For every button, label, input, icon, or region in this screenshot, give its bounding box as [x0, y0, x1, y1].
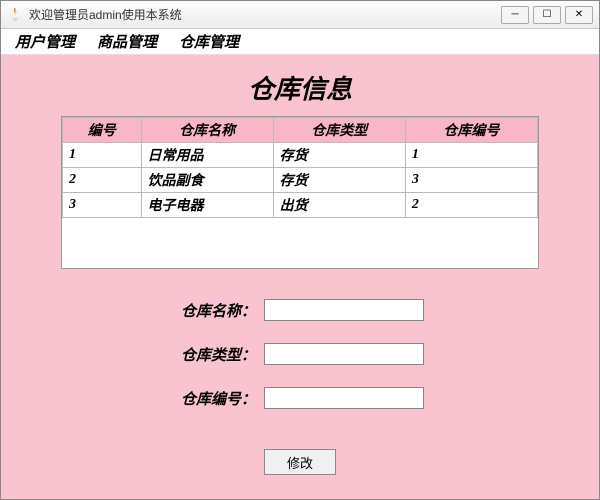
col-number: 仓库编号 — [405, 118, 537, 143]
col-id: 编号 — [63, 118, 142, 143]
label-warehouse-name: 仓库名称： — [176, 300, 256, 321]
table-row[interactable]: 1 日常用品 存货 1 — [63, 143, 538, 168]
label-warehouse-number: 仓库编号： — [176, 388, 256, 409]
titlebar: 欢迎管理员admin使用本系统 ─ ☐ ✕ — [1, 1, 599, 29]
menu-user-management[interactable]: 用户管理 — [15, 31, 75, 52]
form-row-name: 仓库名称： — [176, 299, 424, 321]
input-warehouse-type[interactable] — [264, 343, 424, 365]
menubar: 用户管理 商品管理 仓库管理 — [1, 29, 599, 55]
table-empty-area — [62, 218, 538, 268]
input-warehouse-number[interactable] — [264, 387, 424, 409]
app-window: 欢迎管理员admin使用本系统 ─ ☐ ✕ 用户管理 商品管理 仓库管理 仓库信… — [0, 0, 600, 500]
edit-form: 仓库名称： 仓库类型： 仓库编号： 修改 — [176, 299, 424, 475]
warehouse-table: 编号 仓库名称 仓库类型 仓库编号 1 日常用品 存货 1 2 — [62, 117, 538, 218]
modify-button[interactable]: 修改 — [264, 449, 336, 475]
input-warehouse-name[interactable] — [264, 299, 424, 321]
minimize-button[interactable]: ─ — [501, 6, 529, 24]
label-warehouse-type: 仓库类型： — [176, 344, 256, 365]
col-type: 仓库类型 — [273, 118, 405, 143]
page-title: 仓库信息 — [248, 69, 352, 106]
form-row-number: 仓库编号： — [176, 387, 424, 409]
col-name: 仓库名称 — [141, 118, 273, 143]
menu-product-management[interactable]: 商品管理 — [97, 31, 157, 52]
close-button[interactable]: ✕ — [565, 6, 593, 24]
maximize-button[interactable]: ☐ — [533, 6, 561, 24]
window-controls: ─ ☐ ✕ — [501, 6, 593, 24]
menu-warehouse-management[interactable]: 仓库管理 — [179, 31, 239, 52]
content-panel: 仓库信息 编号 仓库名称 仓库类型 仓库编号 1 日常用品 存货 — [1, 55, 599, 499]
java-icon — [7, 7, 23, 23]
window-title: 欢迎管理员admin使用本系统 — [29, 6, 501, 23]
table-header-row: 编号 仓库名称 仓库类型 仓库编号 — [63, 118, 538, 143]
table-row[interactable]: 3 电子电器 出货 2 — [63, 193, 538, 218]
warehouse-table-wrap: 编号 仓库名称 仓库类型 仓库编号 1 日常用品 存货 1 2 — [61, 116, 539, 269]
table-row[interactable]: 2 饮品副食 存货 3 — [63, 168, 538, 193]
form-row-type: 仓库类型： — [176, 343, 424, 365]
